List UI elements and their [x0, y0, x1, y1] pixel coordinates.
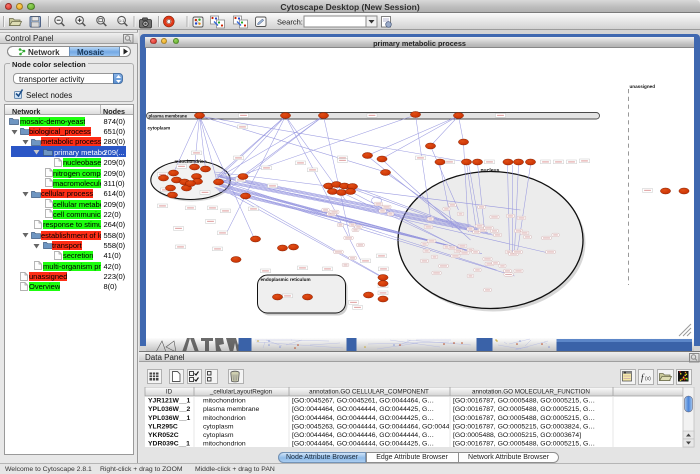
svg-text:YJR121W__1: YJR121W__1	[148, 398, 191, 405]
svg-text:_cellularLayoutRegion: _cellularLayoutRegion	[209, 389, 273, 396]
svg-text:[GO:0016787, GO:0005488, GO:00: [GO:0016787, GO:0005488, GO:0005215, G…	[453, 398, 595, 405]
svg-text:[GO:0005488, GO:0005215, GO:00: [GO:0005488, GO:0005215, GO:0003674]	[453, 432, 581, 439]
svg-text:[GO:0016787, GO:0005488, GO:00: [GO:0016787, GO:0005488, GO:0005215, G…	[453, 441, 595, 448]
svg-text:mitochondrion: mitochondrion	[203, 415, 246, 422]
svg-text:[GO:0044464, GO:0044444, GO:00: [GO:0044464, GO:0044444, GO:0044425, G…	[292, 406, 434, 413]
svg-text:annotation.GO CELLULAR_COMPONE: annotation.GO CELLULAR_COMPONENT	[309, 389, 429, 396]
svg-text:[GO:0016787, GO:0005488, GO:00: [GO:0016787, GO:0005488, GO:0005215, G…	[453, 415, 595, 422]
svg-text:annotation.GO MOLECULAR_FUNCTI: annotation.GO MOLECULAR_FUNCTION	[472, 389, 590, 396]
svg-text:(x): (x)	[645, 376, 651, 382]
svg-text:YDR039C__1: YDR039C__1	[148, 441, 190, 448]
svg-text:YLR295C: YLR295C	[148, 423, 178, 430]
svg-text:[GO:0045267, GO:0045261, GO:00: [GO:0045267, GO:0045261, GO:0044464, G…	[292, 398, 434, 405]
svg-text:[GO:0016787, GO:0005215, GO:00: [GO:0016787, GO:0005215, GO:0003824, G…	[453, 423, 595, 430]
svg-text:YKR052C: YKR052C	[148, 432, 179, 439]
svg-text:cytoplasm: cytoplasm	[203, 423, 234, 430]
svg-text:nucleus: nucleus	[480, 168, 499, 174]
svg-text:unassigned: unassigned	[629, 84, 655, 89]
svg-text:[GO:0016787, GO:0005488, GO:00: [GO:0016787, GO:0005488, GO:0005215, G…	[453, 406, 595, 413]
svg-text:cytoplasm: cytoplasm	[147, 126, 170, 131]
svg-text:plasma membrane: plasma membrane	[203, 406, 260, 413]
svg-text:YPL036W__1: YPL036W__1	[148, 415, 191, 422]
svg-text:YPL036W__2: YPL036W__2	[148, 406, 191, 413]
svg-text:cytoplasm: cytoplasm	[203, 432, 234, 439]
svg-text:[GO:0044464, GO:0044446, GO:00: [GO:0044464, GO:0044446, GO:0044444, G…	[292, 432, 434, 439]
svg-text:ID: ID	[166, 389, 173, 396]
svg-text:mitochondrion: mitochondrion	[203, 398, 246, 405]
svg-text:mitochondrion: mitochondrion	[203, 441, 246, 448]
svg-text:1:1: 1:1	[119, 18, 125, 23]
svg-text:[GO:0044464, GO:0044444, GO:00: [GO:0044464, GO:0044444, GO:0044425, G…	[292, 441, 434, 448]
svg-text:Search:: Search:	[277, 17, 303, 26]
svg-text:[GO:0044464, GO:0044444, GO:00: [GO:0044464, GO:0044444, GO:0044425, G…	[292, 415, 434, 422]
svg-text:endoplasmic reticulum: endoplasmic reticulum	[260, 277, 310, 282]
svg-text:plasma membrane: plasma membrane	[148, 114, 187, 119]
